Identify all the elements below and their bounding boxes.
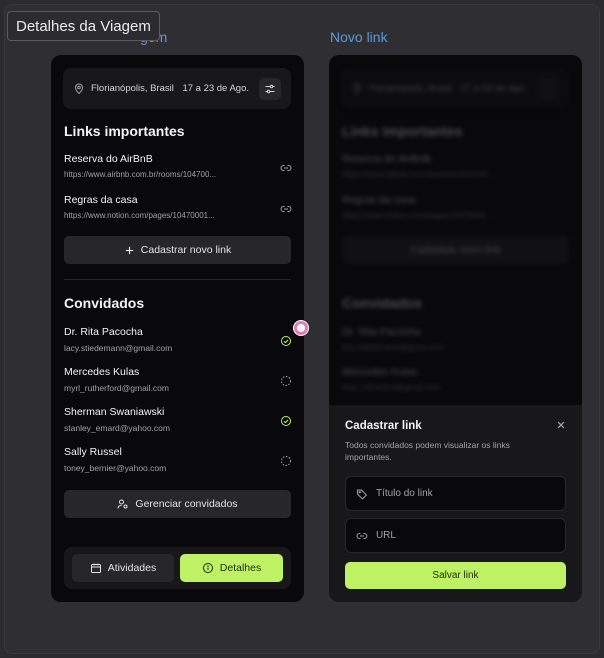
guest-item-blurred: Mercedes Kulas myrl_rutherford@gmail.com [342,366,570,392]
manage-guests-button[interactable]: Gerenciar convidados [64,490,291,518]
tab-activities-label: Atividades [107,562,157,574]
check-circle-icon [281,336,291,346]
guests-section-title-blurred: Convidados [342,295,423,311]
guest-item: Mercedes Kulas myrl_rutherford@gmail.com [64,366,292,393]
close-icon[interactable] [556,420,566,430]
plus-icon [125,246,133,254]
link-title: Reserva do AirBnB [64,153,153,165]
trip-details-screen: Florianópolis, Brasil 17 a 23 de Ago. Li… [51,55,304,602]
guests-section-title: Convidados [64,295,145,311]
save-link-button[interactable]: Salvar link [345,562,566,589]
guest-name: Dr. Rita Pacocha [342,326,421,338]
cursor-indicator [294,321,308,335]
guest-email: lacy.stiedemann@gmail.com [342,343,444,352]
trip-dates-blurred: 17 a 23 de Ago. [460,83,527,94]
link-icon[interactable] [280,162,292,174]
guest-email: myrl_rutherford@gmail.com [342,383,441,392]
url-field[interactable] [345,518,566,553]
trip-header: Florianópolis, Brasil 17 a 23 de Ago. [63,68,291,109]
link-item[interactable]: Reserva do AirBnB https://www.airbnb.com… [64,153,292,179]
guest-item: Dr. Rita Pacocha lacy.stiedemann@gmail.c… [64,326,292,353]
link-title: Regras da casa [342,194,416,206]
trip-dates: 17 a 23 de Ago. [182,83,249,94]
add-link-button-blurred: Cadastrar novo link [342,236,569,264]
link-icon[interactable] [280,203,292,215]
add-link-button[interactable]: Cadastrar novo link [64,236,291,264]
guest-email: toney_bernier@yahoo.com [64,463,167,473]
guest-name: Sally Russel [64,446,122,458]
trip-destination: Florianópolis, Brasil [91,83,174,94]
tab-activities[interactable]: Atividades [72,554,174,582]
new-link-screen: Florianópolis, Brasil 17 a 23 de Ago. Li… [329,55,582,602]
settings-button[interactable] [259,77,281,100]
link-icon [356,532,368,539]
section-divider [342,279,569,280]
link-title-field[interactable] [345,476,566,511]
bottom-nav: Atividades Detalhes [64,547,291,589]
tab-details-label: Detalhes [219,562,262,574]
map-pin-icon [74,83,84,94]
modal-description: Todos convidados podem visualizar os lin… [345,440,510,463]
guest-item: Sally Russel toney_bernier@yahoo.com [64,446,292,473]
links-section-title-blurred: Links importantes [342,123,463,139]
check-circle-icon [281,416,291,426]
link-url: https://www.notion.com/pages/10470001... [342,211,493,220]
pending-circle-icon [281,456,291,466]
map-pin-icon [352,83,362,94]
guest-name: Mercedes Kulas [342,366,418,378]
links-section-title: Links importantes [64,123,185,139]
guest-name: Sherman Swaniawski [64,406,165,418]
tag-icon [356,489,368,500]
guest-email: stanley_emard@yahoo.com [64,423,170,433]
tab-details[interactable]: Detalhes [180,554,283,582]
link-title: Reserva do AirBnB [342,153,431,165]
add-link-label: Cadastrar novo link [410,244,501,256]
trip-destination-blurred: Florianópolis, Brasil [369,83,452,94]
guest-name: Mercedes Kulas [64,366,140,378]
user-cog-icon [117,499,128,509]
link-url: https://www.notion.com/pages/10470001... [64,211,215,220]
frame-tooltip: Detalhes da Viagem [7,11,160,41]
link-url: https://www.airbnb.com.br/rooms/104700..… [64,170,217,179]
modal-title: Cadastrar link [345,420,422,432]
guest-email: lacy.stiedemann@gmail.com [64,343,173,353]
add-link-modal: Cadastrar link Todos convidados podem vi… [329,405,582,602]
guest-item-blurred: Dr. Rita Pacocha lacy.stiedemann@gmail.c… [342,326,570,352]
frame-title-right: Novo link [330,29,388,45]
trip-header-blurred: Florianópolis, Brasil 17 a 23 de Ago. [341,68,569,109]
manage-guests-label: Gerenciar convidados [135,498,238,510]
url-input[interactable] [375,530,555,541]
link-title: Regras da casa [64,194,138,206]
sliders-icon [265,84,275,93]
guest-name: Dr. Rita Pacocha [64,326,143,338]
link-item[interactable]: Regras da casa https://www.notion.com/pa… [64,194,292,220]
add-link-label: Cadastrar novo link [140,244,232,256]
link-item-blurred: Reserva do AirBnB https://www.airbnb.com… [342,153,570,179]
info-icon [202,563,213,573]
guest-email: myrl_rutherford@gmail.com [64,383,169,393]
link-url: https://www.airbnb.com.br/rooms/104700..… [342,170,495,179]
calendar-icon [90,563,101,573]
guest-item: Sherman Swaniawski stanley_emard@yahoo.c… [64,406,292,433]
pending-circle-icon [281,376,291,386]
link-item-blurred: Regras da casa https://www.notion.com/pa… [342,194,570,220]
section-divider [64,279,291,280]
settings-button-blurred [537,77,559,100]
link-title-input[interactable] [375,488,555,499]
